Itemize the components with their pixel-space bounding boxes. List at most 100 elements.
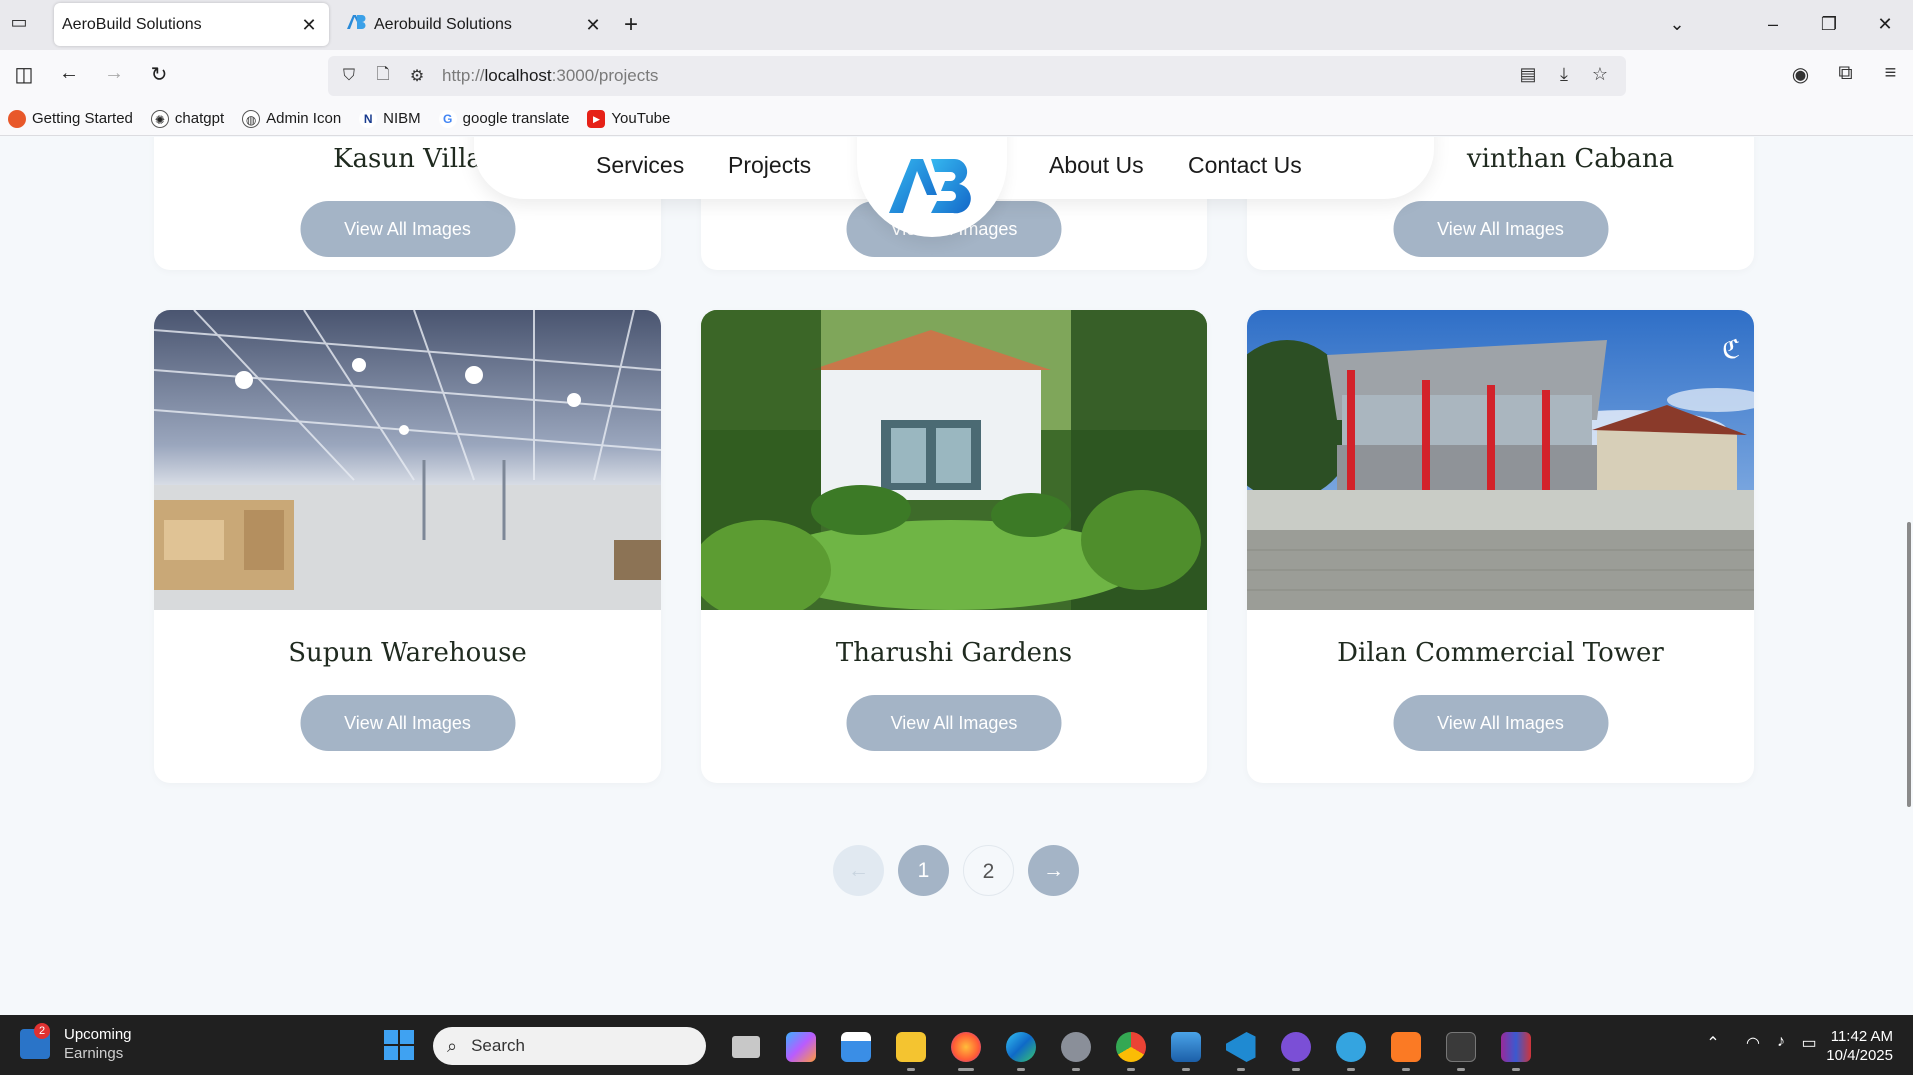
bookmark-label: NIBM [383,110,421,127]
google-icon: G [438,109,457,128]
minimize-icon[interactable]: – [1745,14,1801,35]
nav-link-services[interactable]: Services [596,152,684,179]
close-icon[interactable]: ✕ [581,13,605,37]
winrar-icon[interactable] [1488,1027,1543,1071]
youtube-icon: ▶ [587,109,606,128]
widgets-button[interactable]: 2 Upcoming Earnings [20,1023,132,1063]
terminal-icon[interactable] [1433,1027,1488,1071]
search-icon: ⌕ [447,1035,458,1056]
page-icon: 🗋 [376,65,390,83]
project-card: Tharushi Gardens View All Images [701,310,1207,783]
taskbar-clock[interactable]: 11:42 AM 10/4/2025 [1826,1027,1893,1065]
taskbar-apps [718,1027,1543,1071]
edge-icon[interactable] [993,1027,1048,1071]
microsoft-store-icon[interactable] [828,1027,883,1067]
page-scrollbar[interactable] [1907,522,1911,807]
forward-icon[interactable]: → [100,62,128,90]
firefox-taskbar-icon[interactable] [938,1027,993,1071]
browser-tab-bar: ▭ AeroBuild Solutions ✕ Aerobuild Soluti… [0,0,1913,50]
sidebar-icon[interactable]: ◫ [10,62,38,90]
restore-icon[interactable]: ❐ [1801,14,1857,35]
reader-view-icon[interactable]: ▤ [1510,64,1546,85]
xampp-icon[interactable] [1378,1027,1433,1071]
bookmarks-bar: Getting Started ✺ chatgpt ◍ Admin Icon N… [0,102,1913,136]
vscode-icon[interactable] [1213,1027,1268,1071]
view-all-images-button[interactable]: View All Images [846,695,1062,751]
copilot-icon[interactable] [773,1027,828,1067]
url-text[interactable]: http://localhost:3000/projects [442,66,658,86]
permissions-icon[interactable]: ⚙ [400,66,434,86]
windows-taskbar: 2 Upcoming Earnings ⌕ Search ⌃ ◠ ♪ ▭ 11:… [0,1015,1913,1075]
taskbar-search[interactable]: ⌕ Search [433,1027,706,1065]
tab-list-icon[interactable]: ▭ [8,12,30,34]
star-icon[interactable]: ☆ [1582,64,1618,85]
project-card: Supun Warehouse View All Images [154,310,661,783]
pagination-page-1[interactable]: 1 [898,845,949,896]
battery-icon[interactable]: ▭ [1795,1033,1823,1053]
page-viewport: Kasun Villa View All Images View All Ima… [0,137,1913,1015]
project-title: Tharushi Gardens [835,638,1073,668]
bookmark-getting-started[interactable]: Getting Started [8,109,133,128]
close-window-icon[interactable]: ✕ [1857,14,1913,35]
widget-title: Upcoming [64,1026,132,1043]
back-icon[interactable]: ← [55,62,83,90]
shield-icon[interactable]: ⛉ [332,67,366,85]
github-desktop-icon[interactable] [1268,1027,1323,1071]
globe-icon: ◍ [242,109,261,128]
pagination-page-2[interactable]: 2 [963,845,1014,896]
wifi-icon[interactable]: ◠ [1739,1033,1767,1053]
tab-aerobuild-active[interactable]: AeroBuild Solutions ✕ [54,3,329,46]
nibm-icon: N [359,109,378,128]
telegram-icon[interactable] [1323,1027,1378,1071]
bookmark-nibm[interactable]: N NIBM [359,109,421,128]
save-to-pocket-icon[interactable]: ⤓ [1546,64,1582,85]
close-icon[interactable]: ✕ [297,13,321,37]
start-button[interactable] [384,1030,414,1060]
chevron-down-icon[interactable]: ⌄ [1649,14,1705,35]
project-title: Supun Warehouse [288,638,527,668]
account-icon[interactable]: ◉ [1778,62,1823,87]
extensions-icon[interactable]: ⧉ [1823,62,1868,87]
project-title: Dilan Commercial Tower [1337,638,1664,668]
clock-time: 11:42 AM [1830,1028,1893,1045]
firefox-icon [8,109,26,128]
svg-text:ℭ: ℭ [1722,335,1740,365]
chevron-up-icon[interactable]: ⌃ [1699,1033,1727,1053]
menu-icon[interactable]: ≡ [1868,62,1913,87]
view-all-images-button[interactable]: View All Images [1393,201,1608,257]
photos-icon[interactable] [1158,1027,1213,1071]
file-explorer-icon[interactable] [883,1027,938,1071]
chrome-icon[interactable] [1103,1027,1158,1071]
window-controls: ⌄ – ❐ ✕ [1649,0,1913,48]
nav-link-contact[interactable]: Contact Us [1188,152,1302,179]
urlbar-actions: ▤ ⤓ ☆ [1510,64,1618,85]
volume-icon[interactable]: ♪ [1767,1033,1795,1053]
view-all-images-button[interactable]: View All Images [300,695,515,751]
new-tab-icon[interactable]: + [624,11,638,39]
warehouse-photo [154,310,661,610]
view-all-images-button[interactable]: View All Images [1393,695,1608,751]
bookmark-google-translate[interactable]: G google translate [438,109,570,128]
view-all-images-button[interactable]: View All Images [300,201,515,257]
bookmark-admin-icon[interactable]: ◍ Admin Icon [242,109,342,128]
nav-link-projects[interactable]: Projects [728,152,811,179]
bookmark-label: Getting Started [32,110,133,127]
task-view-icon[interactable] [718,1027,773,1067]
pagination-prev-button[interactable]: ← [833,845,884,896]
address-bar[interactable]: ⛉ 🗋 ⚙ http://localhost:3000/projects ▤ ⤓… [328,56,1626,96]
tab-title: AeroBuild Solutions [62,15,202,33]
notification-badge: 2 [34,1023,50,1039]
bookmark-label: google translate [462,110,570,127]
bookmark-chatgpt[interactable]: ✺ chatgpt [150,109,224,128]
nav-link-about[interactable]: About Us [1049,152,1144,179]
settings-icon[interactable] [1048,1027,1103,1071]
pagination: ← 1 2 → [833,845,1079,896]
system-tray: ⌃ ◠ ♪ ▭ [1699,1033,1823,1053]
browser-nav-bar: ◫ ← → ↻ ⛉ 🗋 ⚙ http://localhost:3000/proj… [0,50,1913,102]
reload-icon[interactable]: ↻ [145,62,173,90]
commercial-tower-photo: ℭ [1247,310,1754,610]
bookmark-youtube[interactable]: ▶ YouTube [587,109,670,128]
bookmark-label: Admin Icon [266,110,342,127]
pagination-next-button[interactable]: → [1028,845,1079,896]
tab-aerobuild[interactable]: Aerobuild Solutions ✕ [338,3,613,46]
